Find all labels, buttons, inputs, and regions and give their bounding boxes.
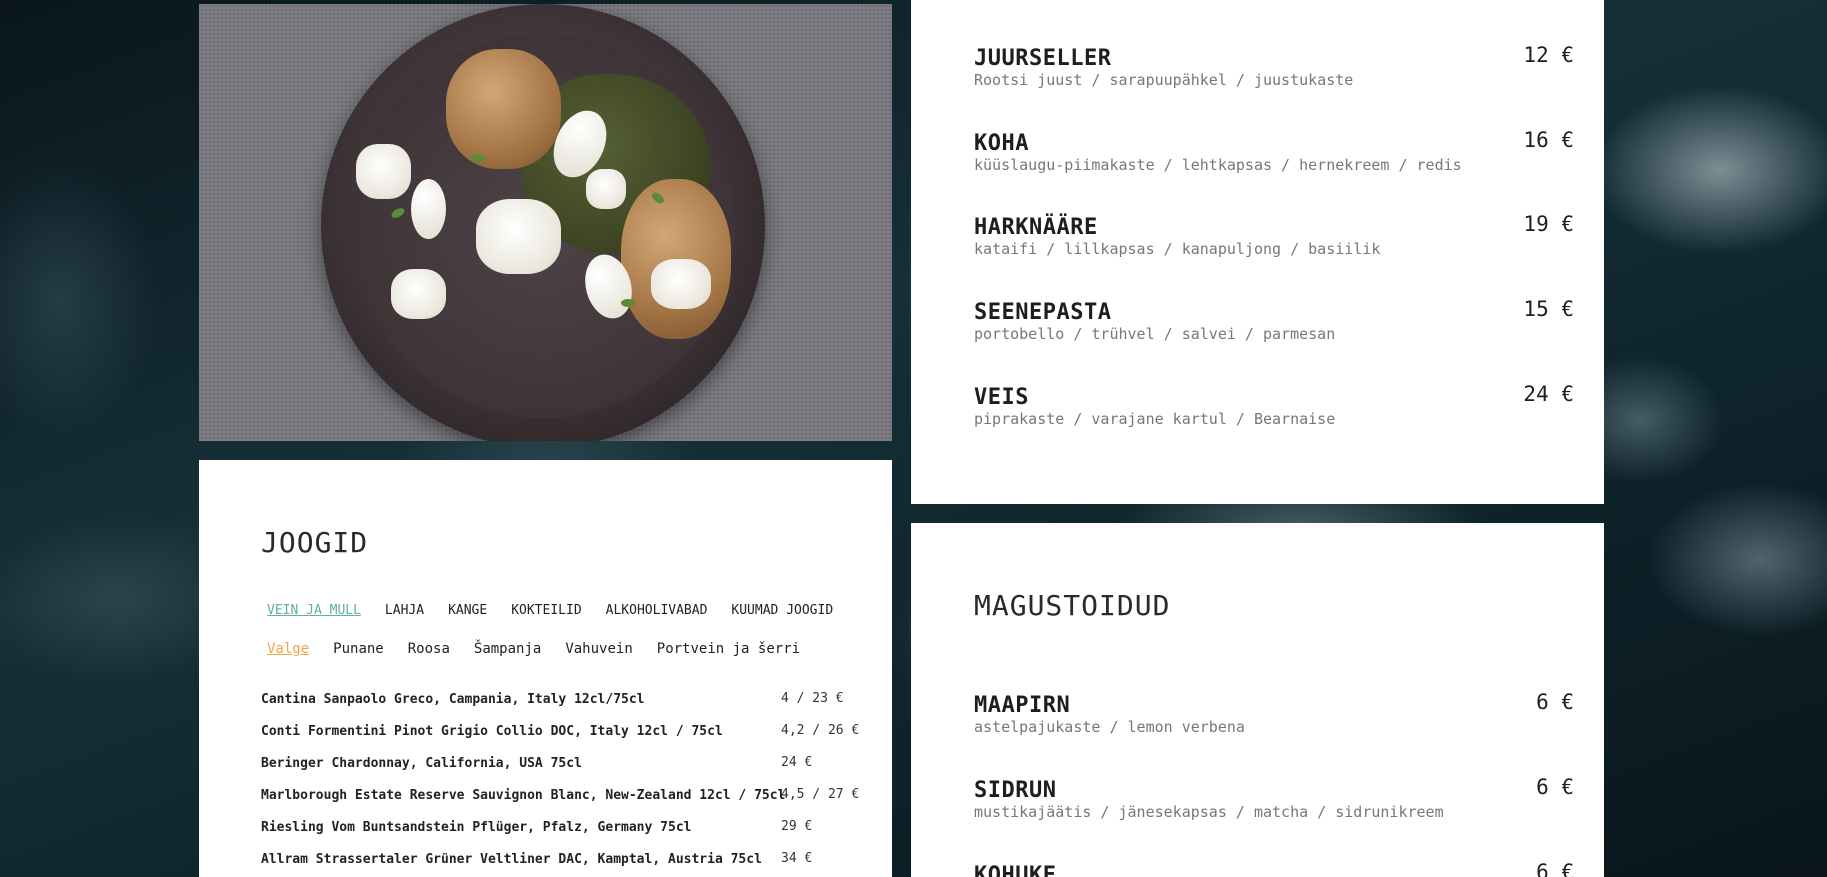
dessert-desc: astelpajukaste / lemon verbena xyxy=(974,718,1245,736)
tab-roosa[interactable]: Roosa xyxy=(396,641,462,657)
wine-price: 4,2 / 26 € xyxy=(781,723,860,738)
tab-kange[interactable]: KANGE xyxy=(436,603,499,618)
menu-item-name: VEIS xyxy=(974,385,1029,410)
wine-name: Conti Formentini Pinot Grigio Collio DOC… xyxy=(261,724,723,739)
wine-name: Beringer Chardonnay, California, USA 75c… xyxy=(261,756,582,771)
wine-price: 4,5 / 27 € xyxy=(781,787,860,802)
tab-kuumad-joogid[interactable]: KUUMAD JOOGID xyxy=(719,603,845,618)
wine-price: 29 € xyxy=(781,819,813,834)
tab-sampanja[interactable]: Šampanja xyxy=(462,641,553,657)
menu-item-price: 15 € xyxy=(1523,297,1574,321)
dessert-item: MAAPIRN astelpajukaste / lemon verbena 6… xyxy=(974,690,1574,736)
tab-punane[interactable]: Punane xyxy=(321,641,396,657)
wine-row: Marlborough Estate Reserve Sauvignon Bla… xyxy=(261,787,871,820)
wine-name: Marlborough Estate Reserve Sauvignon Bla… xyxy=(261,788,786,803)
wine-price: 34 € xyxy=(781,851,813,866)
menu-item-name: SEENEPASTA xyxy=(974,300,1112,325)
tab-lahja[interactable]: LAHJA xyxy=(373,603,436,618)
dessert-price: 6 € xyxy=(1536,775,1574,799)
menu-item-desc: portobello / trühvel / salvei / parmesan xyxy=(974,325,1336,343)
menu-item: KOHA küüslaugu-piimakaste / lehtkapsas /… xyxy=(974,128,1574,174)
desserts-title: MAGUSTOIDUD xyxy=(974,589,1171,622)
menu-item-price: 19 € xyxy=(1523,212,1574,236)
dessert-price: 6 € xyxy=(1536,690,1574,714)
dessert-name: SIDRUN xyxy=(974,778,1057,803)
tab-portvein-ja-serri[interactable]: Portvein ja šerri xyxy=(645,641,812,657)
wine-row: Riesling Vom Buntsandstein Pflüger, Pfal… xyxy=(261,819,871,852)
tab-vein-ja-mull[interactable]: VEIN JA MULL xyxy=(267,603,373,618)
drink-category-tabs: VEIN JA MULL LAHJA KANGE KOKTEILID ALKOH… xyxy=(267,603,845,618)
wine-type-tabs: Valge Punane Roosa Šampanja Vahuvein Por… xyxy=(267,641,812,657)
wine-name: Riesling Vom Buntsandstein Pflüger, Pfal… xyxy=(261,820,692,835)
dessert-desc: mustikajäätis / jänesekapsas / matcha / … xyxy=(974,803,1444,821)
plate xyxy=(321,4,765,441)
menu-item: SEENEPASTA portobello / trühvel / salvei… xyxy=(974,297,1574,343)
menu-item: VEIS piprakaste / varajane kartul / Bear… xyxy=(974,382,1574,428)
menu-item-desc: piprakaste / varajane kartul / Bearnaise xyxy=(974,410,1336,428)
menu-item-price: 24 € xyxy=(1523,382,1574,406)
dessert-name: KOHUKE xyxy=(974,863,1057,877)
tab-valge[interactable]: Valge xyxy=(267,641,321,657)
menu-item-name: KOHA xyxy=(974,131,1029,156)
menu-item-price: 12 € xyxy=(1523,43,1574,67)
tab-vahuvein[interactable]: Vahuvein xyxy=(553,641,644,657)
wine-price: 24 € xyxy=(781,755,813,770)
dessert-price: 6 € xyxy=(1536,860,1574,877)
wine-row: Allram Strassertaler Grüner Veltliner DA… xyxy=(261,851,871,877)
tab-kokteilid[interactable]: KOKTEILID xyxy=(499,603,593,618)
dessert-item: SIDRUN mustikajäätis / jänesekapsas / ma… xyxy=(974,775,1574,821)
wine-list: Cantina Sanpaolo Greco, Campania, Italy … xyxy=(261,691,871,877)
wine-row: Beringer Chardonnay, California, USA 75c… xyxy=(261,755,871,788)
menu-item: JUURSELLER Rootsi juust / sarapuupähkel … xyxy=(974,43,1574,89)
dessert-name: MAAPIRN xyxy=(974,693,1071,718)
menu-item-desc: Rootsi juust / sarapuupähkel / juustukas… xyxy=(974,71,1354,89)
menu-item-price: 16 € xyxy=(1523,128,1574,152)
drinks-title: JOOGID xyxy=(261,526,369,559)
wine-name: Allram Strassertaler Grüner Veltliner DA… xyxy=(261,852,762,867)
menu-item-name: HARKNÄÄRE xyxy=(974,215,1098,240)
wine-name: Cantina Sanpaolo Greco, Campania, Italy … xyxy=(261,692,645,707)
wine-row: Conti Formentini Pinot Grigio Collio DOC… xyxy=(261,723,871,756)
wine-row: Cantina Sanpaolo Greco, Campania, Italy … xyxy=(261,691,871,724)
menu-item-desc: kataifi / lillkapsas / kanapuljong / bas… xyxy=(974,240,1381,258)
menu-item: HARKNÄÄRE kataifi / lillkapsas / kanapul… xyxy=(974,212,1574,258)
tab-alkoholivabad[interactable]: ALKOHOLIVABAD xyxy=(594,603,720,618)
dish-photo xyxy=(199,4,892,441)
menu-item-name: JUURSELLER xyxy=(974,46,1112,71)
dessert-item: KOHUKE 6 € xyxy=(974,860,1574,877)
wine-price: 4 / 23 € xyxy=(781,691,844,706)
menu-item-desc: küüslaugu-piimakaste / lehtkapsas / hern… xyxy=(974,156,1462,174)
